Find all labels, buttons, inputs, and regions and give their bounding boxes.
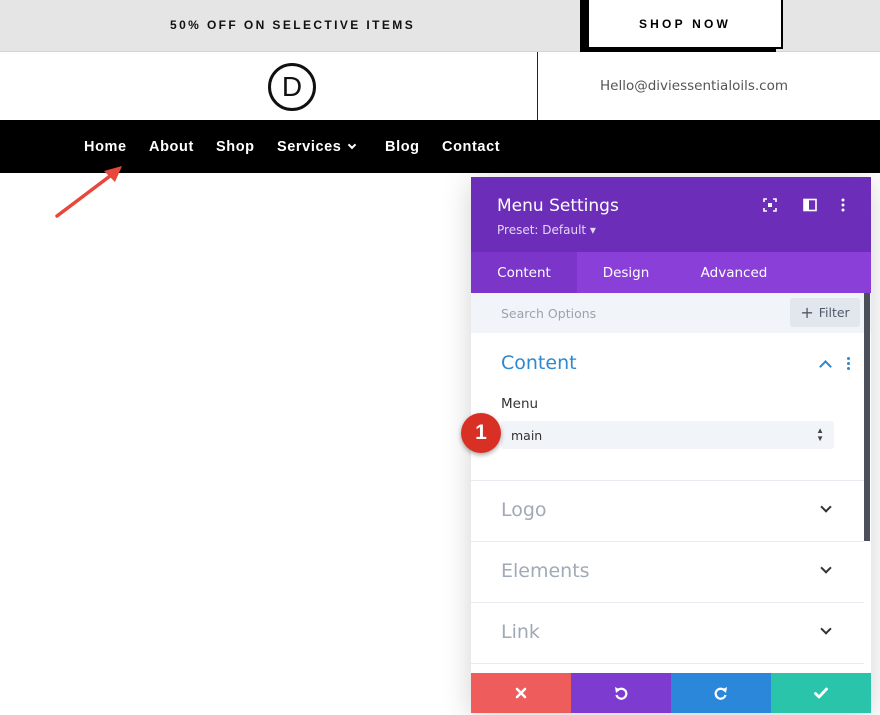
section-more-icon[interactable] xyxy=(847,357,851,373)
chevron-down-icon xyxy=(820,623,832,635)
tab-design[interactable]: Design xyxy=(577,252,675,293)
panel-footer xyxy=(471,673,871,713)
split-view-icon[interactable] xyxy=(802,197,818,213)
section-elements-title: Elements xyxy=(501,560,590,582)
tab-advanced[interactable]: Advanced xyxy=(675,252,793,293)
panel-header: Menu Settings Preset: Default ▾ xyxy=(471,177,871,252)
search-options-row: + Filter xyxy=(471,293,871,333)
undo-button[interactable] xyxy=(571,673,671,713)
save-button[interactable] xyxy=(771,673,871,713)
filter-label: Filter xyxy=(818,305,850,320)
panel-title: Menu Settings xyxy=(497,196,619,216)
chevron-down-icon xyxy=(820,501,832,513)
shop-now-button[interactable]: SHOP NOW xyxy=(587,0,783,49)
chevron-down-icon xyxy=(820,562,832,574)
content-section-title[interactable]: Content xyxy=(501,352,577,374)
site-logo[interactable]: D xyxy=(268,63,316,111)
promo-text: 50% OFF ON SELECTIVE ITEMS xyxy=(170,18,416,32)
redo-button[interactable] xyxy=(671,673,771,713)
select-arrows-icon: ▲ ▼ xyxy=(816,426,824,443)
annotation-badge: 1 xyxy=(461,413,501,453)
menu-settings-panel: Menu Settings Preset: Default ▾ Content … xyxy=(471,177,871,713)
chevron-down-icon xyxy=(348,140,357,150)
plus-icon: + xyxy=(800,303,814,322)
section-logo[interactable]: Logo xyxy=(471,480,864,541)
nav-item-contact[interactable]: Contact xyxy=(442,139,500,155)
nav-item-services[interactable]: Services xyxy=(277,139,357,155)
nav-item-home[interactable]: Home xyxy=(84,139,127,155)
nav-item-about[interactable]: About xyxy=(149,139,194,155)
panel-tabs: Content Design Advanced xyxy=(471,252,871,293)
menu-select[interactable]: main ▲ ▼ xyxy=(501,421,834,449)
discard-button[interactable] xyxy=(471,673,571,713)
close-icon xyxy=(515,687,527,699)
more-vertical-icon[interactable] xyxy=(835,197,851,213)
main-nav xyxy=(0,120,880,173)
header-email[interactable]: Hello@diviessentialoils.com xyxy=(600,78,788,94)
tab-content[interactable]: Content xyxy=(471,252,577,293)
redo-icon xyxy=(714,687,727,700)
section-link-title: Link xyxy=(501,621,540,643)
section-divider xyxy=(471,663,864,673)
nav-item-blog[interactable]: Blog xyxy=(385,139,420,155)
panel-scrollbar[interactable] xyxy=(864,293,870,541)
preset-selector[interactable]: Preset: Default ▾ xyxy=(497,223,596,237)
section-link[interactable]: Link xyxy=(471,602,864,663)
menu-field-label: Menu xyxy=(501,396,539,412)
checkmark-icon xyxy=(814,687,828,699)
header-divider xyxy=(537,52,538,120)
nav-item-shop[interactable]: Shop xyxy=(216,139,255,155)
section-elements[interactable]: Elements xyxy=(471,541,864,602)
annotation-arrow-icon xyxy=(55,166,122,218)
nav-item-services-label: Services xyxy=(277,139,342,155)
section-logo-title: Logo xyxy=(501,499,547,521)
menu-select-value: main xyxy=(511,428,543,443)
search-options-input[interactable] xyxy=(491,299,781,327)
fullscreen-icon[interactable] xyxy=(762,197,778,213)
undo-icon xyxy=(615,687,628,700)
filter-button[interactable]: + Filter xyxy=(790,298,860,327)
chevron-up-icon[interactable] xyxy=(819,360,832,373)
